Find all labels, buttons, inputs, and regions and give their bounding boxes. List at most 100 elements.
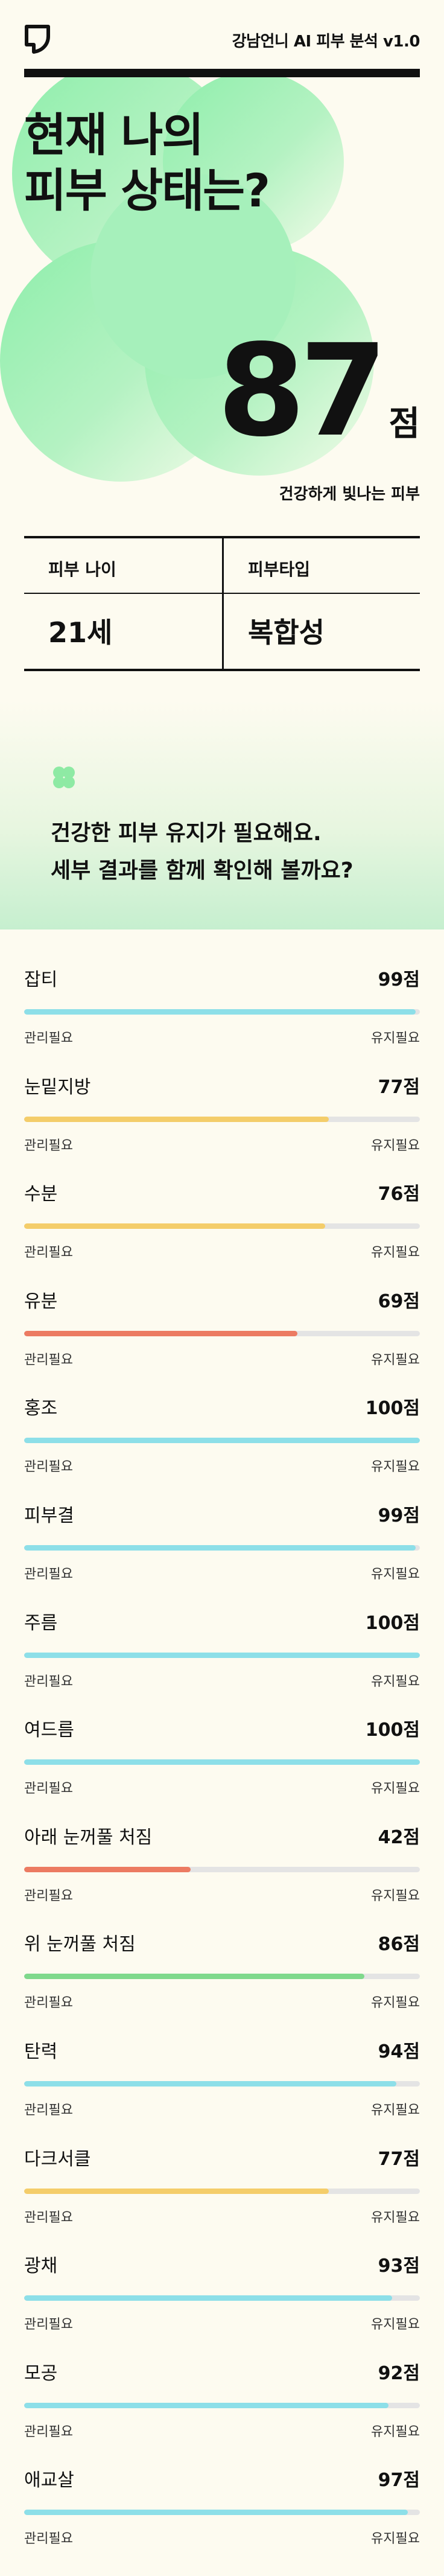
scale-low-label: 관리필요	[24, 1995, 73, 2011]
summary-text: 건강한 피부 유지가 필요해요. 세부 결과를 함께 확인해 볼까요?	[51, 815, 354, 890]
metric-bar-fill	[24, 1223, 325, 1229]
scale-low-label: 관리필요	[24, 2424, 73, 2440]
metric-bar-fill	[24, 1974, 365, 1980]
metric-label: 다크서클	[24, 2148, 91, 2170]
scale-low-label: 관리필요	[24, 2102, 73, 2118]
summary-section: 건강한 피부 유지가 필요해요. 세부 결과를 함께 확인해 볼까요?	[0, 700, 444, 929]
scale-high-label: 유지필요	[371, 1888, 420, 1904]
metric-bar-track	[24, 1759, 420, 1765]
metric-bar-fill	[24, 2402, 388, 2408]
scale-high-label: 유지필요	[371, 2424, 420, 2440]
score-hero: 현재 나의 피부 상태는? 87 점 건강하게 빛나는 피부	[0, 77, 444, 512]
metric-score: 77점	[378, 1076, 420, 1098]
metric-score: 99점	[378, 1505, 420, 1526]
metric-label: 애교살	[24, 2470, 74, 2492]
app-logo-icon	[25, 25, 50, 54]
metric-label: 피부결	[24, 1505, 74, 1526]
metric-row: 탄력 94점관리필요 유지필요	[24, 2026, 420, 2133]
summary-line-2: 세부 결과를 함께 확인해 볼까요?	[51, 858, 354, 883]
metric-row: 광채 93점관리필요 유지필요	[24, 2240, 420, 2347]
scale-high-label: 유지필요	[371, 1995, 420, 2011]
metric-bar-track	[24, 1330, 420, 1336]
skin-type-label: 피부타입	[248, 560, 311, 579]
metric-bar-fill	[24, 1438, 420, 1444]
metric-bar-fill	[24, 1009, 416, 1015]
header-divider	[24, 69, 420, 77]
total-score: 87 점	[217, 317, 420, 465]
app-title: 강남언니 AI 피부 분석 v1.0	[232, 33, 420, 51]
score-number: 87	[217, 317, 387, 465]
scale-low-label: 관리필요	[24, 1352, 73, 1368]
metric-list: 잡티 99점 관리필요 유지필요 눈밑지방 77점 관리필요 유지필요 수분 76점 관리필요 유지필…	[24, 954, 420, 2562]
metric-bar-track	[24, 1545, 420, 1551]
hero-title-line-2: 피부 상태는?	[24, 164, 270, 217]
metric-bar-fill	[24, 1652, 420, 1658]
metric-score: 94점	[378, 2041, 420, 2062]
scale-high-label: 유지필요	[371, 2317, 420, 2333]
top-bar: 강남언니 AI 피부 분석 v1.0	[24, 18, 420, 71]
clover-icon	[53, 767, 75, 788]
scale-high-label: 유지필요	[371, 1459, 420, 1475]
metric-score: 100점	[365, 1720, 420, 1741]
metric-row: 위 눈꺼풀 처짐 86점관리필요 유지필요	[24, 1918, 420, 2026]
metric-row: 수분 76점 관리필요 유지필요	[24, 1168, 420, 1275]
scale-low-label: 관리필요	[24, 1674, 73, 1689]
metric-bar-fill	[24, 1759, 420, 1765]
scale-low-label: 관리필요	[24, 1138, 73, 1153]
metric-label: 주름	[24, 1612, 58, 1634]
metric-label: 모공	[24, 2362, 58, 2384]
metric-label: 여드름	[24, 1720, 74, 1741]
metric-bar-track	[24, 2080, 420, 2087]
metric-score: 42점	[378, 1826, 420, 1848]
scale-low-label: 관리필요	[24, 2317, 73, 2333]
summary-line-1: 건강한 피부 유지가 필요해요.	[51, 821, 322, 846]
metric-bar-fill	[24, 2510, 408, 2516]
skin-type-cell: 피부타입 복합성	[222, 538, 420, 669]
scale-low-label: 관리필요	[24, 1459, 73, 1475]
scale-high-label: 유지필요	[371, 2210, 420, 2225]
metric-bar-track	[24, 1438, 420, 1444]
scale-high-label: 유지필요	[371, 1031, 420, 1046]
metric-label: 유분	[24, 1290, 58, 1312]
metric-row: 다크서클 77점관리필요 유지필요	[24, 2133, 420, 2240]
metric-bar-track	[24, 1223, 420, 1229]
metric-score: 76점	[378, 1184, 420, 1205]
metric-row: 홍조 100점 관리필요 유지필요	[24, 1382, 420, 1490]
metric-score: 86점	[378, 1934, 420, 1956]
metric-label: 위 눈꺼풀 처짐	[24, 1934, 136, 1956]
metric-label: 아래 눈꺼풀 처짐	[24, 1826, 153, 1848]
metric-row: 애교살 97점 관리필요 유지필요	[24, 2454, 420, 2562]
metric-score: 93점	[378, 2256, 420, 2277]
metric-bar-fill	[24, 1330, 297, 1336]
metric-label: 광채	[24, 2256, 58, 2277]
metric-label: 탄력	[24, 2041, 58, 2062]
metric-bar-track	[24, 1652, 420, 1658]
scale-low-label: 관리필요	[24, 2210, 73, 2225]
metric-bar-fill	[24, 1866, 191, 1872]
scale-high-label: 유지필요	[371, 1138, 420, 1153]
metric-row: 유분 69점 관리필요 유지필요	[24, 1275, 420, 1383]
metric-label: 눈밑지방	[24, 1076, 91, 1098]
scale-low-label: 관리필요	[24, 1781, 73, 1797]
scale-high-label: 유지필요	[371, 2531, 420, 2547]
metric-score: 77점	[378, 2148, 420, 2170]
metric-label: 잡티	[24, 969, 58, 990]
metric-bar-track	[24, 2188, 420, 2194]
scale-high-label: 유지필요	[371, 1566, 420, 1582]
metric-bar-fill	[24, 1545, 416, 1551]
scale-high-label: 유지필요	[371, 1245, 420, 1261]
scale-high-label: 유지필요	[371, 2102, 420, 2118]
metric-bar-track	[24, 1116, 420, 1122]
metric-row: 피부결 99점 관리필요 유지필요	[24, 1490, 420, 1597]
skin-age-label: 피부 나이	[48, 560, 116, 579]
skin-type-value: 복합성	[248, 616, 325, 649]
scale-low-label: 관리필요	[24, 1245, 73, 1261]
skin-info-table: 피부 나이 21세 피부타입 복합성	[24, 536, 420, 671]
metric-bar-track	[24, 2295, 420, 2301]
hero-title: 현재 나의 피부 상태는?	[24, 107, 270, 218]
metric-bar-track	[24, 2402, 420, 2408]
metric-score: 100점	[365, 1398, 420, 1420]
metric-row: 여드름 100점 관리필요 유지필요	[24, 1704, 420, 1811]
scale-low-label: 관리필요	[24, 2531, 73, 2547]
metric-score: 69점	[378, 1290, 420, 1312]
